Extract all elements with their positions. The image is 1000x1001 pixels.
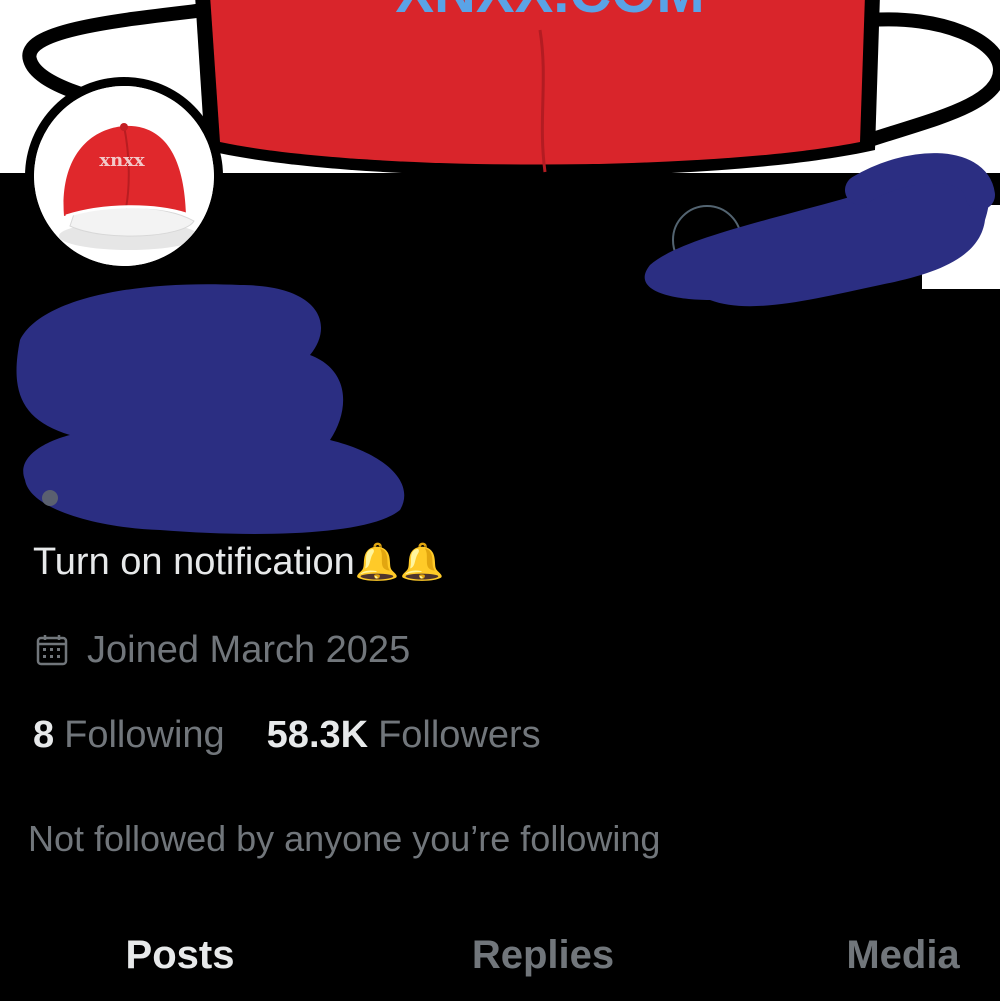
- profile-actions: [672, 205, 1000, 289]
- followers-link[interactable]: 58.3K Followers: [267, 714, 541, 757]
- following-count: 8: [33, 713, 55, 756]
- more-options-button[interactable]: [672, 205, 742, 275]
- profile-bio: Turn on notification🔔🔔: [33, 538, 444, 586]
- profile-tabs: Posts Replies Media: [0, 920, 1000, 990]
- redaction-mark-name: [16, 284, 405, 534]
- profile-stats: 8 Following 58.3K Followers: [33, 710, 541, 760]
- follow-button[interactable]: [922, 205, 1000, 289]
- tab-replies[interactable]: Replies: [443, 920, 643, 990]
- joined-date: Joined March 2025: [35, 626, 410, 674]
- joined-text: Joined March 2025: [87, 628, 411, 671]
- cap-logo-text: xnxx: [99, 150, 145, 171]
- calendar-icon: [36, 635, 68, 666]
- banner-logo-text: XNXX.COM: [395, 0, 704, 25]
- following-link[interactable]: 8 Following: [33, 714, 225, 757]
- bio-text: Turn on notification: [33, 541, 355, 583]
- tab-posts[interactable]: Posts: [80, 920, 280, 990]
- cap-image: xnxx: [34, 86, 214, 266]
- followers-label: Followers: [378, 713, 541, 756]
- mutual-followers-text: Not followed by anyone you’re following: [28, 818, 661, 859]
- bell-emoji: 🔔🔔: [354, 541, 445, 582]
- followers-count: 58.3K: [266, 713, 369, 756]
- following-label: Following: [64, 713, 225, 756]
- profile-avatar[interactable]: xnxx: [25, 77, 223, 275]
- tab-media[interactable]: Media: [808, 920, 998, 990]
